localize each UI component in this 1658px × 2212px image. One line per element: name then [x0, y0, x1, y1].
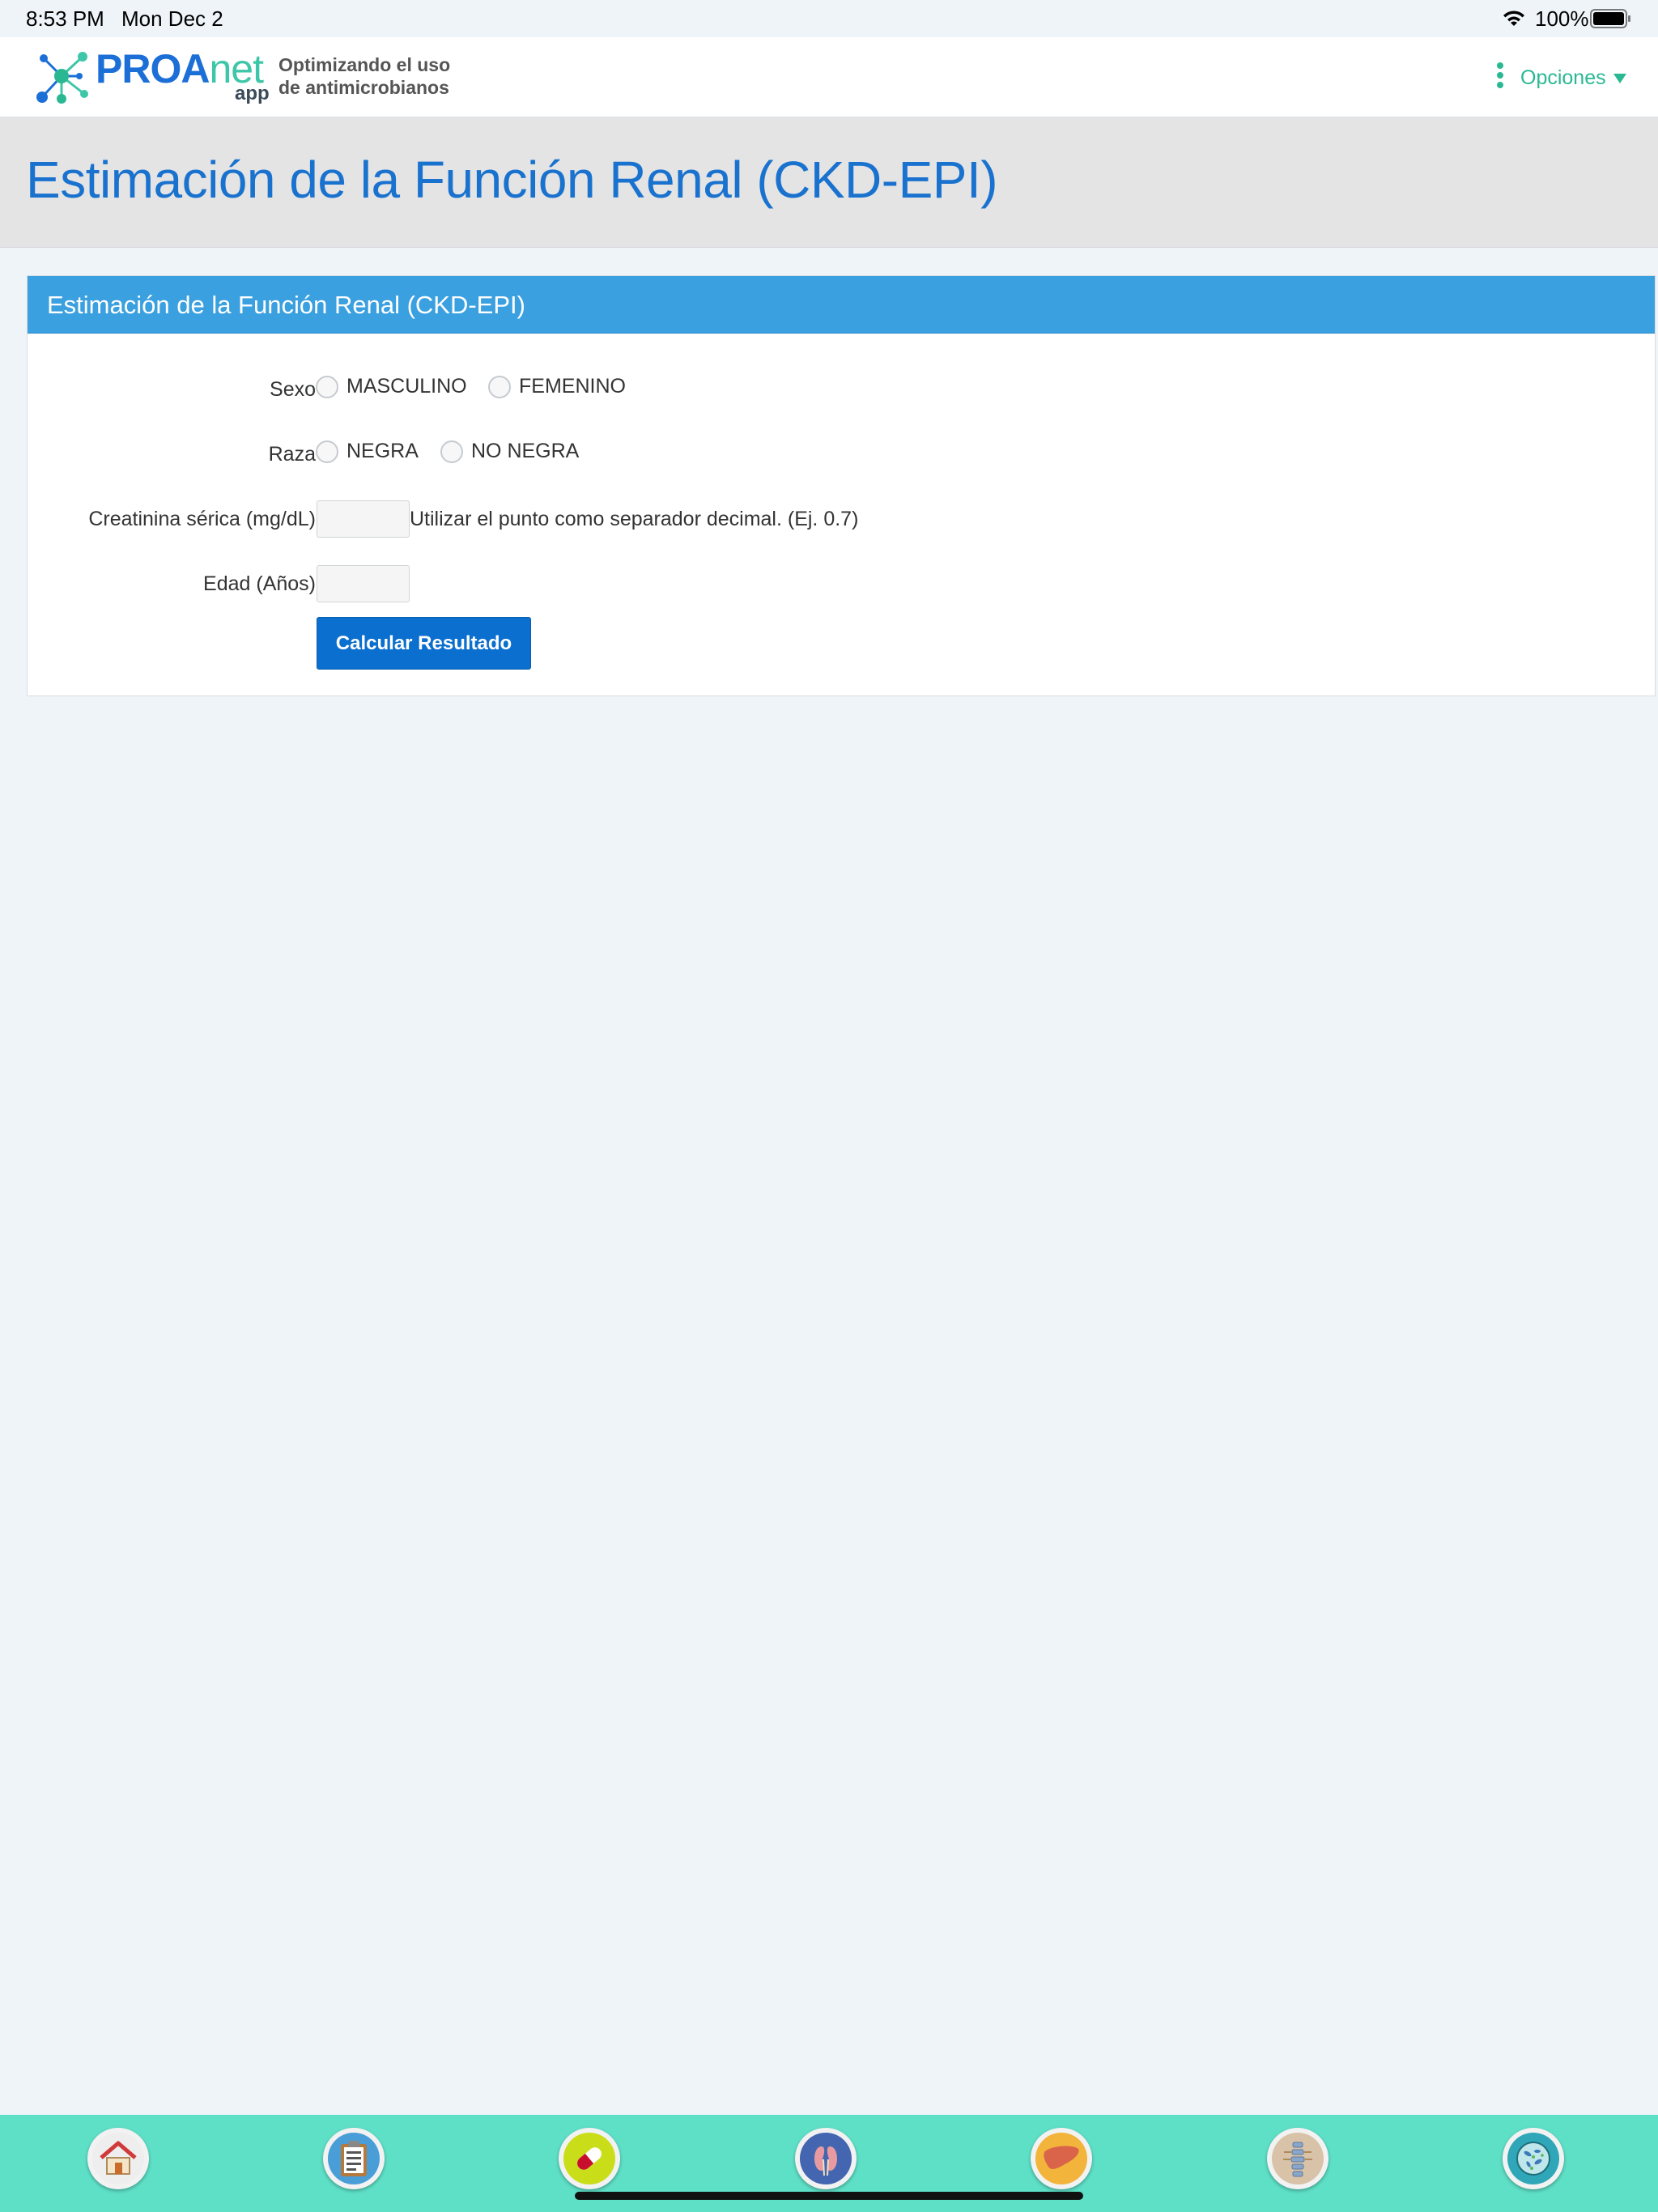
bacteria-icon — [1507, 2133, 1559, 2184]
tab-home[interactable] — [87, 2128, 149, 2189]
tagline: Optimizando el uso de antimicrobianos — [278, 53, 450, 99]
radio-femenino-label: FEMENINO — [519, 375, 626, 398]
calculator-panel: Estimación de la Función Renal (CKD-EPI)… — [27, 275, 1656, 696]
radio-circle[interactable] — [316, 440, 338, 463]
creatinina-hint: Utilizar el punto como separador decimal… — [410, 508, 859, 530]
creatinina-label: Creatinina sérica (mg/dL) — [88, 508, 316, 530]
clipboard-icon — [328, 2133, 380, 2184]
panel-title: Estimación de la Función Renal (CKD-EPI) — [47, 291, 525, 319]
liver-icon — [1035, 2133, 1087, 2184]
radio-negra[interactable]: NEGRA — [316, 440, 419, 463]
top-navbar: PROAnet app Optimizando el uso de antimi… — [0, 37, 1658, 117]
tab-microbiology[interactable] — [1503, 2128, 1564, 2189]
tab-kidney[interactable] — [795, 2128, 857, 2189]
battery-percentage: 100% — [1535, 6, 1589, 31]
creatinina-input[interactable] — [317, 500, 410, 538]
radio-circle[interactable] — [488, 375, 511, 398]
edad-input[interactable] — [317, 565, 410, 602]
proanet-logo[interactable] — [34, 49, 92, 105]
tagline-line1: Optimizando el uso — [278, 54, 451, 75]
edad-label: Edad (Años) — [203, 572, 316, 595]
kidney-icon — [800, 2133, 852, 2184]
options-menu-button[interactable]: Opciones — [1496, 62, 1627, 95]
radio-femenino[interactable]: FEMENINO — [488, 375, 626, 398]
tagline-line2: de antimicrobianos — [278, 77, 449, 98]
calculate-button[interactable]: Calcular Resultado — [317, 617, 531, 670]
panel-heading: Estimación de la Función Renal (CKD-EPI) — [28, 276, 1655, 334]
home-icon — [92, 2133, 144, 2184]
tab-drugs[interactable] — [559, 2128, 620, 2189]
tab-clipboard[interactable] — [323, 2128, 385, 2189]
status-date: Mon Dec 2 — [121, 6, 223, 31]
status-time: 8:53 PM — [26, 6, 104, 31]
radio-circle[interactable] — [440, 440, 463, 463]
page-title: Estimación de la Función Renal (CKD-EPI) — [26, 151, 998, 209]
caret-down-icon — [1613, 66, 1627, 90]
home-indicator[interactable] — [575, 2192, 1083, 2200]
brand-proa: PROA — [96, 46, 210, 91]
battery-icon — [1590, 9, 1632, 34]
sexo-label: Sexo — [270, 378, 316, 401]
raza-label: Raza — [268, 443, 316, 466]
brand-sub: app — [235, 83, 270, 104]
radio-negra-label: NEGRA — [346, 440, 419, 462]
tab-spine[interactable] — [1267, 2128, 1329, 2189]
spine-icon — [1272, 2133, 1324, 2184]
pill-icon — [563, 2133, 615, 2184]
radio-masculino[interactable]: MASCULINO — [316, 375, 467, 398]
radio-circle[interactable] — [316, 375, 338, 398]
radio-no-negra[interactable]: NO NEGRA — [440, 440, 579, 463]
tab-liver[interactable] — [1031, 2128, 1092, 2189]
options-label: Opciones — [1520, 66, 1606, 89]
page-header: Estimación de la Función Renal (CKD-EPI) — [0, 117, 1658, 248]
wifi-icon — [1502, 8, 1526, 33]
radio-no-negra-label: NO NEGRA — [471, 440, 580, 462]
kebab-icon — [1496, 62, 1504, 95]
radio-masculino-label: MASCULINO — [346, 375, 467, 398]
status-bar: 8:53 PM Mon Dec 2 100% — [0, 0, 1658, 37]
